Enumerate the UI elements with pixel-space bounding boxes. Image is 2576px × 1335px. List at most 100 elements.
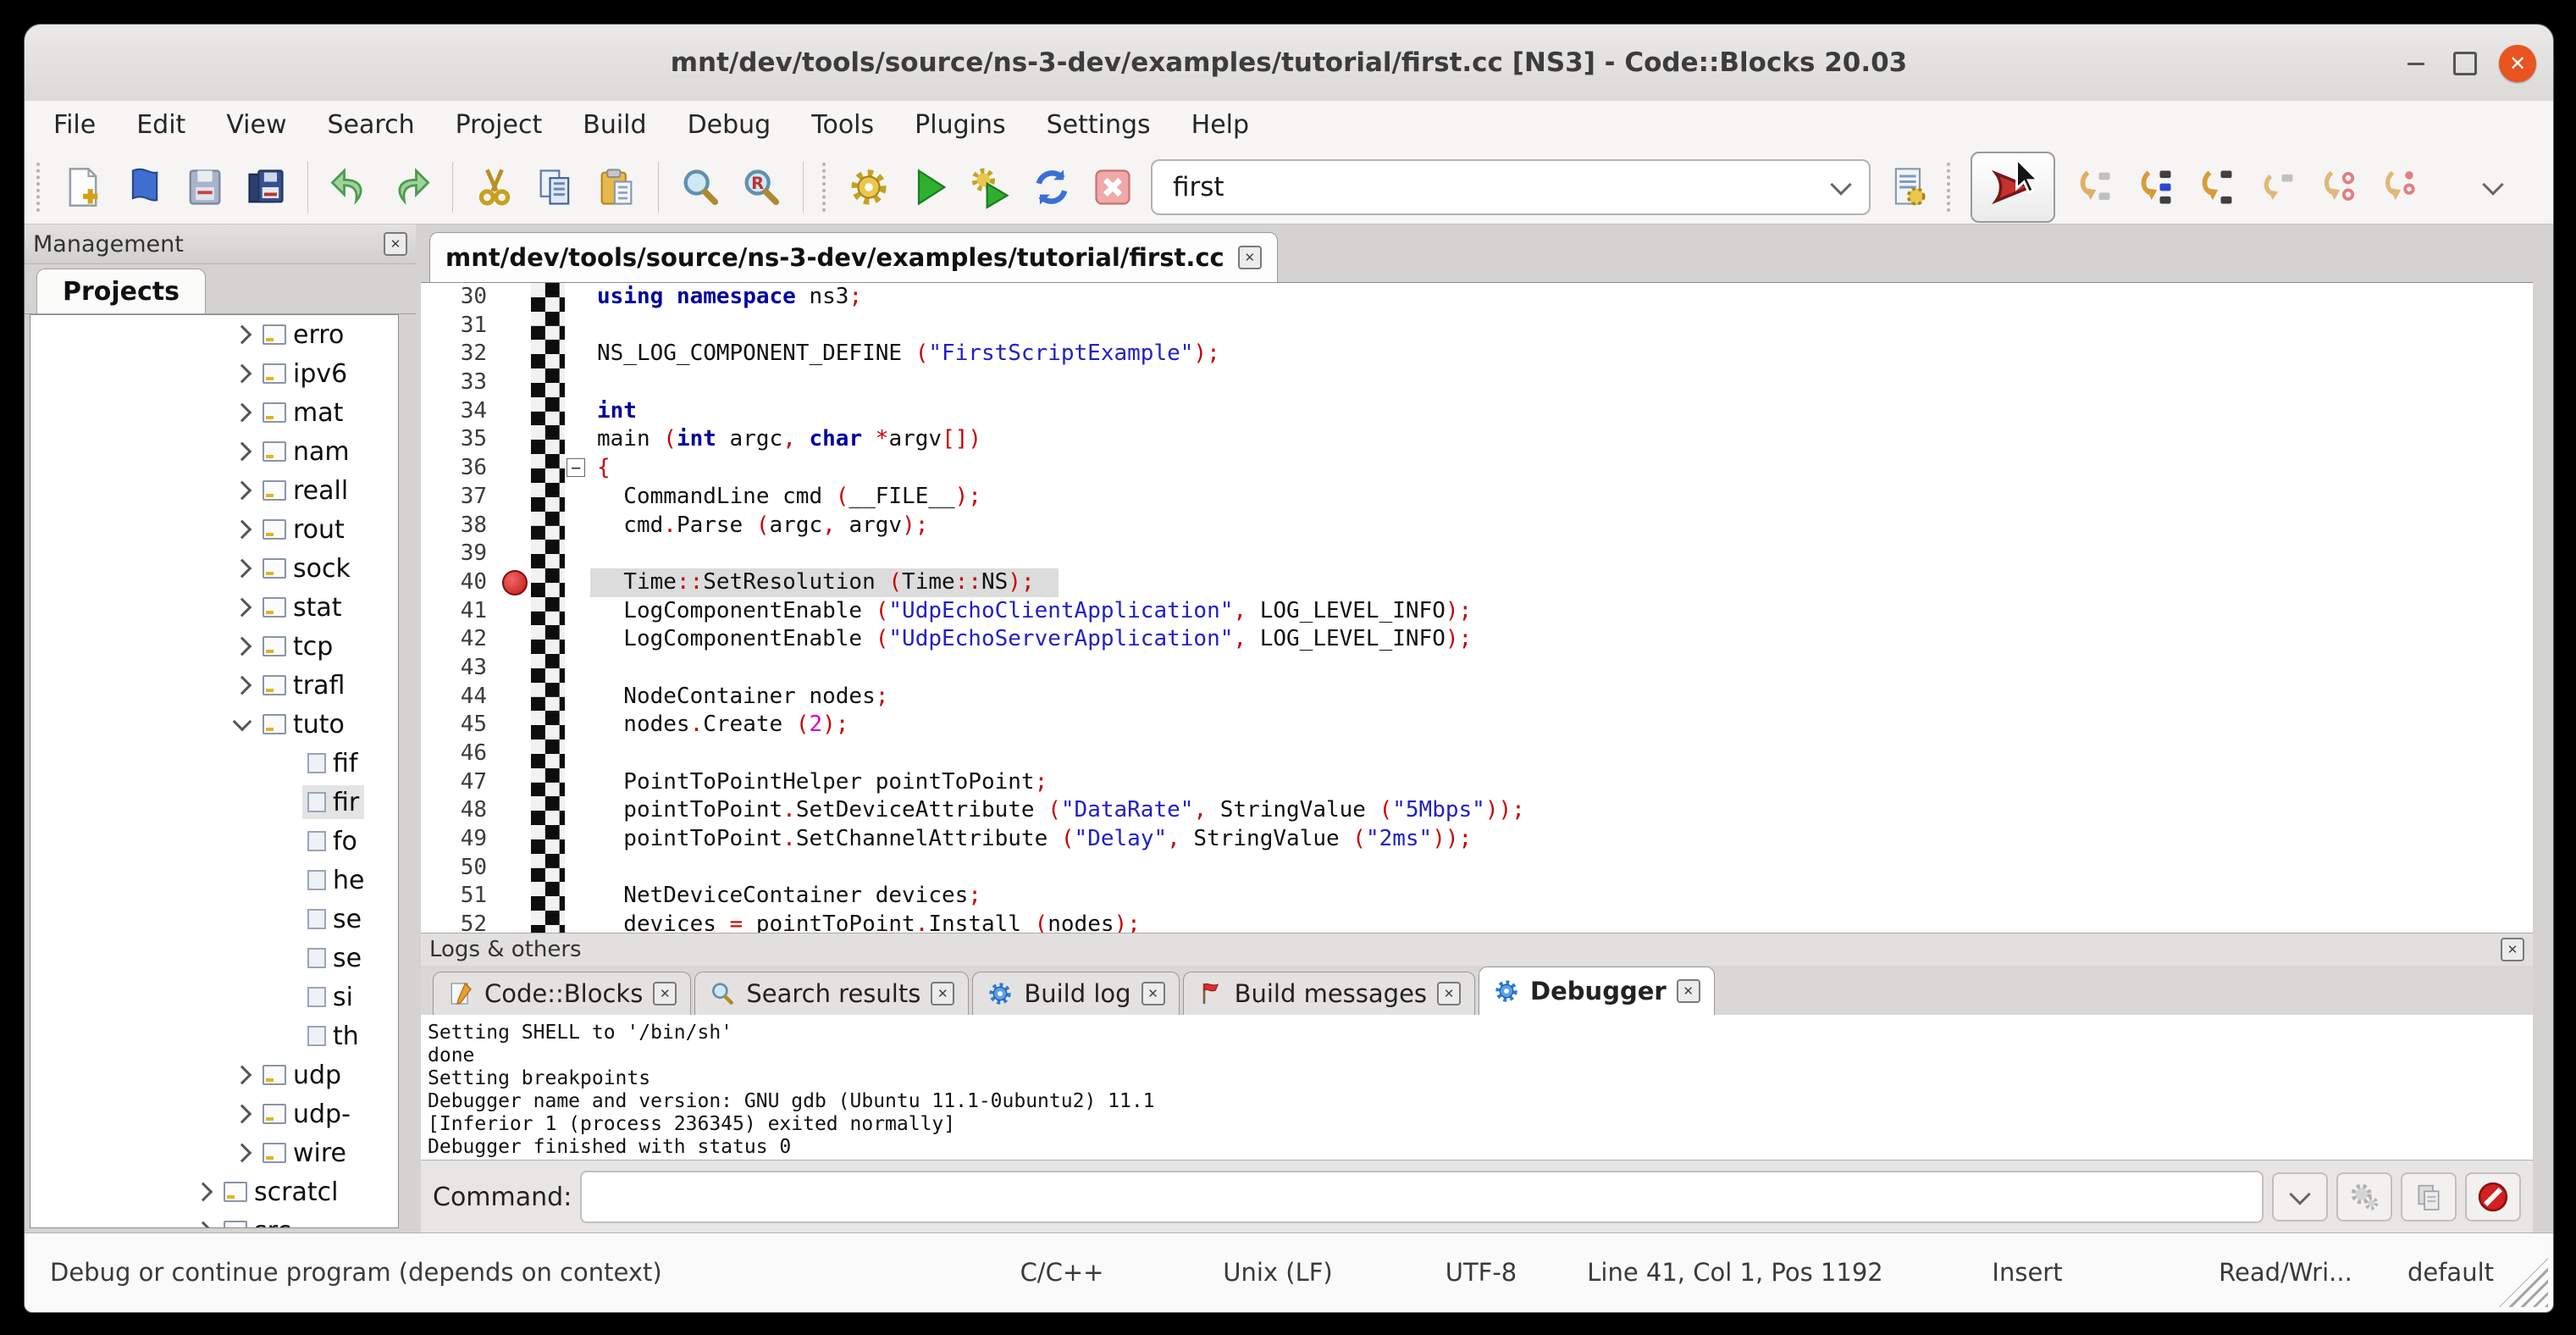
tree-item-nam[interactable]: nam	[30, 432, 398, 471]
menu-tools[interactable]: Tools	[791, 101, 894, 150]
menu-settings[interactable]: Settings	[1026, 101, 1171, 150]
toolbar-grip[interactable]	[36, 163, 45, 212]
tree-item-mat[interactable]: mat	[30, 393, 398, 432]
tree-item-stat[interactable]: stat	[30, 588, 398, 627]
expand-chevron-icon[interactable]	[233, 1144, 252, 1163]
tree-item-fir[interactable]: fir	[30, 783, 398, 822]
expand-chevron-icon[interactable]	[233, 520, 252, 540]
editor-tab-first-cc[interactable]: mnt/dev/tools/source/ns-3-dev/examples/t…	[429, 232, 1278, 282]
log-tab-search-results[interactable]: Search results	[694, 972, 969, 1015]
tree-item-src[interactable]: src	[30, 1211, 398, 1228]
cut-button[interactable]	[472, 164, 517, 210]
tree-item-sock[interactable]: sock	[30, 549, 398, 588]
expand-chevron-icon[interactable]	[194, 1221, 213, 1228]
project-tree[interactable]: erroipv6matnamreallroutsockstattcptraflt…	[30, 314, 399, 1228]
maximize-button[interactable]	[2446, 45, 2484, 82]
menu-debug[interactable]: Debug	[667, 101, 792, 150]
copy-log-button[interactable]	[2401, 1172, 2457, 1221]
run-button[interactable]	[907, 164, 953, 210]
menu-build[interactable]: Build	[562, 101, 666, 150]
log-tab-code-blocks[interactable]: Code::Blocks	[433, 972, 691, 1015]
menu-project[interactable]: Project	[435, 101, 563, 150]
expand-chevron-icon[interactable]	[233, 481, 252, 501]
tree-item-wire[interactable]: wire	[30, 1133, 398, 1172]
log-tab-close-button[interactable]	[1677, 979, 1700, 1003]
fold-marker[interactable]	[567, 458, 585, 477]
title-bar[interactable]: mnt/dev/tools/source/ns-3-dev/examples/t…	[25, 25, 2553, 102]
tree-item-udp-[interactable]: udp-	[30, 1094, 398, 1133]
tree-item-fif[interactable]: fif	[30, 744, 398, 783]
menu-file[interactable]: File	[33, 101, 116, 150]
expand-chevron-icon[interactable]	[233, 1066, 252, 1085]
menu-help[interactable]: Help	[1171, 101, 1269, 150]
tree-item-erro[interactable]: erro	[30, 315, 398, 354]
expand-chevron-icon[interactable]	[233, 1105, 252, 1124]
stop-debugger-button[interactable]	[2465, 1172, 2521, 1221]
toolbar-grip[interactable]	[822, 163, 831, 212]
expand-chevron-icon[interactable]	[233, 403, 252, 423]
expand-chevron-icon[interactable]	[233, 637, 252, 656]
close-button[interactable]	[2499, 45, 2536, 82]
tree-item-se[interactable]: se	[30, 900, 398, 939]
tree-item-tuto[interactable]: tuto	[30, 705, 398, 744]
expand-chevron-icon[interactable]	[233, 442, 252, 462]
tree-item-th[interactable]: th	[30, 1016, 398, 1055]
minimize-button[interactable]	[2397, 45, 2435, 82]
run-to-cursor-button[interactable]	[2070, 164, 2116, 210]
abort-build-button[interactable]	[1090, 164, 1136, 210]
expand-chevron-icon[interactable]	[233, 598, 252, 618]
menu-edit[interactable]: Edit	[116, 101, 206, 150]
command-history-dropdown[interactable]	[2272, 1172, 2328, 1221]
save-button[interactable]	[182, 164, 228, 210]
redo-button[interactable]	[388, 164, 434, 210]
step-into-button[interactable]	[2192, 164, 2238, 210]
save-all-button[interactable]	[243, 164, 289, 210]
toolbar-options-chevron[interactable]	[2470, 164, 2516, 210]
editor-tab-close-button[interactable]	[1238, 246, 1262, 269]
breakpoint-marker[interactable]	[502, 570, 528, 595]
step-into-instruction-button[interactable]	[2375, 164, 2421, 210]
collapse-chevron-icon[interactable]	[233, 712, 252, 732]
expand-chevron-icon[interactable]	[233, 676, 252, 695]
paste-button[interactable]	[594, 164, 639, 210]
rebuild-button[interactable]	[1029, 164, 1075, 210]
tree-item-reall[interactable]: reall	[30, 471, 398, 510]
log-tab-close-button[interactable]	[1437, 982, 1461, 1005]
expand-chevron-icon[interactable]	[194, 1183, 213, 1202]
menu-search[interactable]: Search	[307, 101, 435, 150]
code-editor[interactable]: 30using namespace ns3;3132NS_LOG_COMPONE…	[421, 282, 2533, 933]
tree-item-fo[interactable]: fo	[30, 822, 398, 861]
log-tab-build-log[interactable]: Build log	[972, 972, 1179, 1015]
log-tab-build-messages[interactable]: Build messages	[1183, 972, 1475, 1015]
replace-button[interactable]: R	[738, 164, 784, 210]
toolbar-grip[interactable]	[1947, 163, 1955, 212]
logs-close-button[interactable]	[2501, 938, 2524, 961]
tree-item-tcp[interactable]: tcp	[30, 627, 398, 666]
undo-button[interactable]	[327, 164, 373, 210]
build-button[interactable]	[846, 164, 892, 210]
management-close-button[interactable]	[384, 232, 407, 256]
build-and-run-button[interactable]	[968, 164, 1014, 210]
debugger-output[interactable]: Setting SHELL to '/bin/sh'doneSetting br…	[421, 1015, 2533, 1161]
expand-chevron-icon[interactable]	[233, 325, 252, 345]
log-tab-debugger[interactable]: Debugger	[1479, 967, 1715, 1015]
tab-projects[interactable]: Projects	[36, 269, 206, 313]
find-button[interactable]	[677, 164, 723, 210]
build-target-select[interactable]: first	[1151, 159, 1871, 215]
new-file-button[interactable]	[60, 164, 106, 210]
expand-chevron-icon[interactable]	[233, 364, 252, 384]
log-tab-close-button[interactable]	[1142, 982, 1165, 1005]
menu-plugins[interactable]: Plugins	[894, 101, 1025, 150]
menu-view[interactable]: View	[206, 101, 307, 150]
next-instruction-button[interactable]	[2314, 164, 2360, 210]
log-tab-close-button[interactable]	[653, 982, 677, 1005]
tree-item-he[interactable]: he	[30, 861, 398, 900]
tree-item-scratcl[interactable]: scratcl	[30, 1172, 398, 1211]
next-line-button[interactable]	[2131, 164, 2177, 210]
tree-item-se[interactable]: se	[30, 939, 398, 978]
step-out-button[interactable]	[2253, 164, 2299, 210]
tree-item-trafl[interactable]: trafl	[30, 666, 398, 705]
tree-item-rout[interactable]: rout	[30, 510, 398, 549]
open-file-button[interactable]	[121, 164, 167, 210]
log-tab-close-button[interactable]	[931, 982, 954, 1005]
